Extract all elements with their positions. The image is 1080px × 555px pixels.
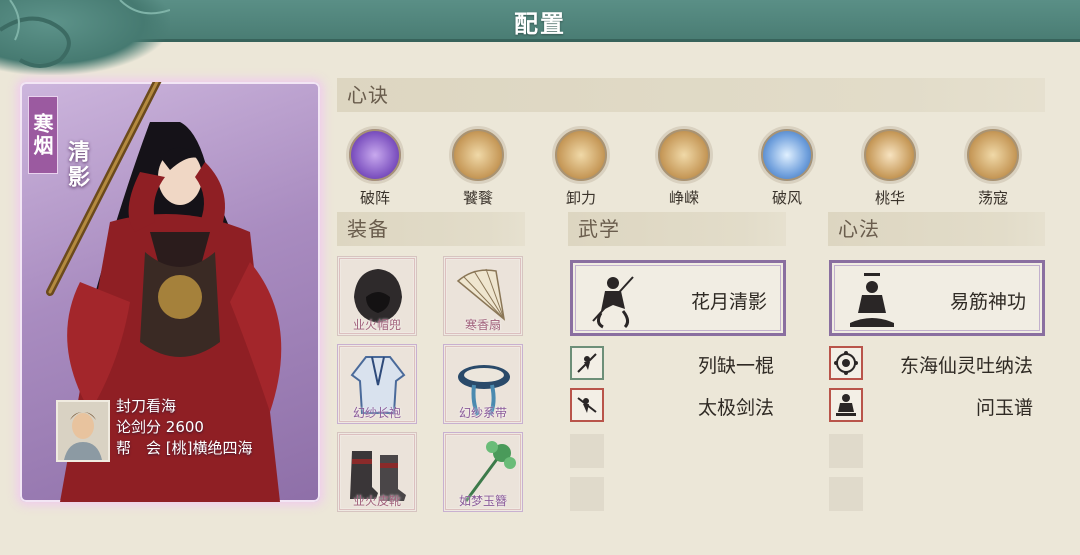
swordsman-icon: [592, 276, 634, 329]
meditating-monk-icon: [850, 273, 894, 327]
wind-rays-icon: [758, 126, 816, 184]
warrior-icon: [964, 126, 1022, 184]
equip-label: 业火帽兜: [352, 318, 401, 332]
character-title-tag: 寒烟: [28, 96, 58, 174]
equip-label: 幻纱长袍: [352, 406, 401, 420]
skill-label: 饕餮: [462, 189, 493, 207]
player-name: 封刀看海: [116, 397, 177, 415]
martial-empty-slot[interactable]: [570, 434, 604, 468]
section-xinjue-header: 心诀: [337, 78, 1045, 112]
equip-slot-weapon[interactable]: 寒香扇: [443, 256, 523, 336]
character-name: 清影: [64, 140, 89, 190]
skill-label: 破风: [771, 189, 802, 207]
martial-sub-label: 太极剑法: [697, 397, 774, 419]
section-martial-header: 武学: [568, 212, 786, 246]
player-score-row: 论剑分 2600: [116, 417, 253, 438]
martial-sub-slot[interactable]: 列缺一棍: [570, 346, 786, 380]
method-main-slot[interactable]: 易筋神功: [829, 260, 1045, 336]
player-guild-row: 帮 会 [桃]横绝四海: [116, 438, 253, 459]
player-info: 封刀看海 论剑分 2600 帮 会 [桃]横绝四海: [116, 396, 253, 459]
skill-slot[interactable]: 峥嵘: [652, 126, 716, 208]
guild-name: [桃]横绝四海: [165, 439, 253, 457]
purple-burst-icon: [346, 126, 404, 184]
equip-label: 寒香扇: [464, 318, 501, 332]
method-sub-label: 东海仙灵吐纳法: [899, 355, 1033, 377]
martial-main-label: 花月清影: [690, 291, 767, 313]
martial-main-slot[interactable]: 花月清影: [570, 260, 786, 336]
swirl-icon: [552, 126, 610, 184]
equip-slot-body[interactable]: 幻纱长袍: [337, 344, 417, 424]
section-method-header: 心法: [828, 212, 1045, 246]
lady-icon: [861, 126, 919, 184]
equip-slot-waist[interactable]: 幻纱系带: [443, 344, 523, 424]
page-title: 配置: [514, 10, 566, 38]
skill-slot[interactable]: 破风: [755, 126, 819, 208]
sword-fighter-icon: [570, 388, 604, 422]
dragon-icon: [655, 126, 713, 184]
equip-label: 幻纱系带: [458, 406, 507, 420]
martial-sub-label: 列缺一棍: [697, 355, 774, 377]
skill-label: 桃华: [874, 189, 905, 207]
equip-label: 业火皮靴: [352, 494, 401, 508]
method-sub-slot[interactable]: 问玉谱: [829, 388, 1045, 422]
method-empty-slot[interactable]: [829, 477, 863, 511]
skill-label: 荡寇: [977, 189, 1008, 207]
beast-icon: [449, 126, 507, 184]
skill-slot[interactable]: 破阵: [343, 126, 407, 208]
martial-sub-slot[interactable]: 太极剑法: [570, 388, 786, 422]
skill-slot[interactable]: 饕餮: [446, 126, 510, 208]
score-label: 论剑分: [116, 418, 162, 436]
equip-slot-feet[interactable]: 业火皮靴: [337, 432, 417, 512]
staff-fighter-icon: [570, 346, 604, 380]
skill-slot[interactable]: 荡寇: [961, 126, 1025, 208]
equip-label: 如梦玉簪: [458, 494, 507, 508]
equip-slot-head[interactable]: 业火帽兜: [337, 256, 417, 336]
guild-label: 帮 会: [116, 439, 162, 457]
method-sub-slot[interactable]: 东海仙灵吐纳法: [829, 346, 1045, 380]
skill-slot[interactable]: 卸力: [549, 126, 613, 208]
skill-label: 卸力: [565, 189, 596, 207]
player-avatar[interactable]: [56, 400, 110, 462]
section-equipment-header: 装备: [337, 212, 525, 246]
method-sub-label: 问玉谱: [975, 397, 1033, 419]
score-value: 2600: [165, 418, 204, 436]
method-main-label: 易筋神功: [949, 291, 1026, 313]
character-card[interactable]: 寒烟 清影 封刀看海 论剑分 2600 帮 会 [桃]横绝四海: [20, 82, 320, 502]
skill-label: 破阵: [359, 189, 390, 207]
skill-label: 峥嵘: [668, 189, 699, 207]
equip-slot-accessory[interactable]: 如梦玉簪: [443, 432, 523, 512]
mandala-icon: [829, 346, 863, 380]
skill-slot[interactable]: 桃华: [858, 126, 922, 208]
martial-empty-slot[interactable]: [570, 477, 604, 511]
method-empty-slot[interactable]: [829, 434, 863, 468]
seated-figure-icon: [829, 388, 863, 422]
